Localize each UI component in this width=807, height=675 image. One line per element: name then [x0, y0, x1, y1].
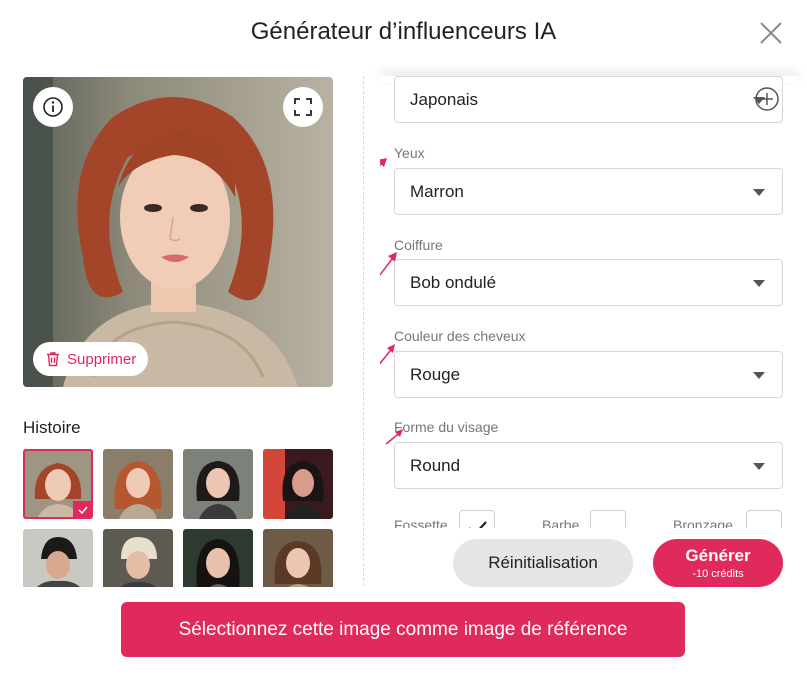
history-thumbnails: [23, 449, 335, 587]
history-thumbnail[interactable]: [23, 449, 93, 519]
history-title: Histoire: [23, 418, 81, 437]
dialog-title: Générateur d’influenceurs IA: [250, 18, 557, 45]
check-icon: [469, 521, 487, 528]
generate-cost: -10 crédits: [692, 568, 744, 580]
chevron-down-icon: [753, 463, 765, 470]
add-icon[interactable]: [754, 86, 780, 112]
hair-color-label: Couleur des cheveux: [394, 328, 526, 344]
chevron-down-icon: [753, 189, 765, 196]
fullscreen-icon: [294, 98, 312, 116]
selected-check-icon: [73, 501, 93, 519]
close-icon[interactable]: [758, 20, 784, 46]
beard-label: Barbe: [542, 517, 580, 528]
hairstyle-label: Coiffure: [394, 237, 443, 253]
history-thumbnail[interactable]: [183, 529, 253, 587]
history-thumbnail[interactable]: [103, 449, 173, 519]
history-thumbnail[interactable]: [263, 529, 333, 587]
eyes-value: Marron: [410, 182, 464, 201]
beard-checkbox[interactable]: [590, 510, 626, 528]
ethnicity-select[interactable]: Japonais: [394, 76, 783, 123]
hairstyle-select[interactable]: Bob ondulé: [394, 259, 783, 306]
face-shape-label: Forme du visage: [394, 419, 499, 435]
info-icon: [43, 97, 63, 117]
eyes-label: Yeux: [394, 145, 425, 161]
chevron-down-icon: [753, 372, 765, 379]
history-thumbnail[interactable]: [263, 449, 333, 519]
tan-label: Bronzage: [673, 517, 733, 528]
tan-checkbox[interactable]: [746, 510, 782, 528]
history-thumbnail[interactable]: [183, 449, 253, 519]
eyes-select[interactable]: Marron: [394, 168, 783, 215]
panel-divider: [363, 76, 364, 586]
trash-icon: [47, 352, 59, 367]
hairstyle-value: Bob ondulé: [410, 273, 497, 292]
delete-label: Supprimer: [67, 350, 137, 368]
ethnicity-value: Japonais: [410, 90, 479, 109]
chevron-down-icon: [753, 280, 765, 287]
generate-label: Générer: [685, 546, 751, 565]
delete-button[interactable]: Supprimer: [33, 342, 149, 376]
preview-image: Supprimer: [23, 77, 333, 387]
reset-label: Réinitialisation: [488, 553, 598, 572]
annotation-arrow-icon: [380, 158, 387, 167]
generate-button[interactable]: Générer -10 crédits: [653, 539, 783, 587]
set-reference-label: Sélectionnez cette image comme image de …: [178, 618, 628, 640]
fullscreen-button[interactable]: [283, 87, 323, 127]
reset-button[interactable]: Réinitialisation: [453, 539, 633, 587]
dimple-label: Fossette: [394, 517, 448, 528]
portrait-image: [23, 77, 333, 387]
history-thumbnail[interactable]: [103, 529, 173, 587]
attributes-form: Japonais Yeux Marron Coiffure Bob ondulé…: [380, 76, 800, 528]
hair-color-value: Rouge: [410, 365, 461, 384]
dimple-checkbox[interactable]: [459, 510, 495, 528]
info-button[interactable]: [33, 87, 73, 127]
face-shape-select[interactable]: Round: [394, 442, 783, 489]
set-reference-button[interactable]: Sélectionnez cette image comme image de …: [121, 602, 685, 657]
face-shape-value: Round: [410, 456, 461, 475]
history-thumbnail[interactable]: [23, 529, 93, 587]
hair-color-select[interactable]: Rouge: [394, 351, 783, 398]
